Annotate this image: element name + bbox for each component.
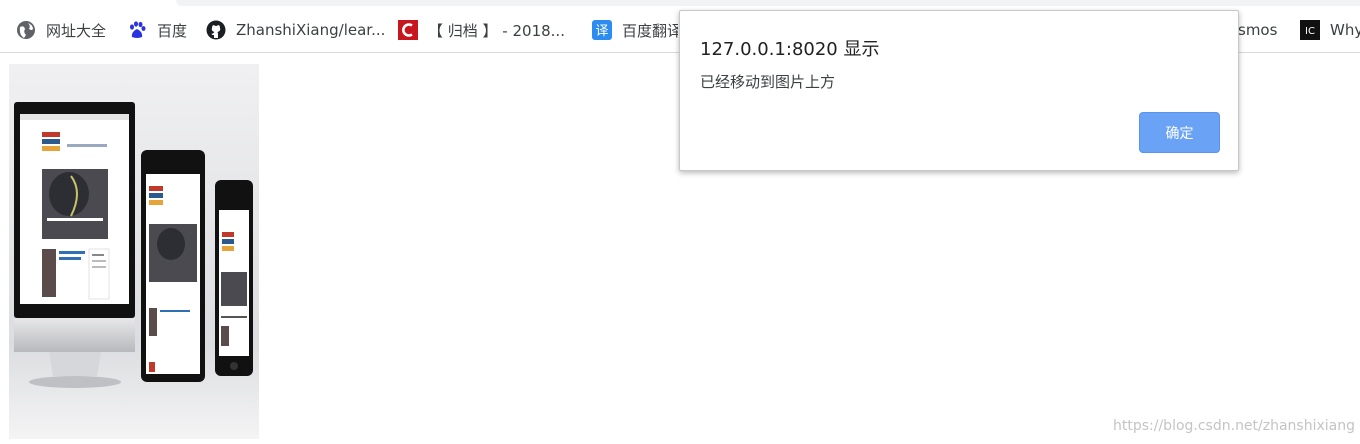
ok-button[interactable]: 确定	[1139, 112, 1220, 153]
devices-illustration	[9, 64, 259, 439]
globe-icon	[16, 20, 36, 40]
bookmark-label: 网址大全	[46, 21, 107, 40]
github-icon	[206, 20, 226, 40]
bookmark-baidu[interactable]: 百度	[127, 17, 187, 43]
watermark: https://blog.csdn.net/zhanshixiang	[1113, 418, 1355, 434]
bookmark-github[interactable]: ZhanshiXiang/lear...	[206, 17, 385, 43]
bookmark-label: smos	[1238, 21, 1278, 39]
tab-strip-edge	[176, 0, 1360, 6]
bookmark-label: Why	[1330, 21, 1360, 39]
alert-dialog: 127.0.0.1:8020 显示 已经移动到图片上方 确定	[679, 10, 1239, 171]
bookmark-smos[interactable]: smos	[1238, 17, 1277, 43]
bookmark-wangzhi[interactable]: 网址大全	[16, 17, 106, 43]
bookmark-why[interactable]: IC Why	[1300, 17, 1360, 43]
bookmark-label: ZhanshiXiang/lear...	[236, 21, 386, 39]
alert-message: 已经移动到图片上方	[700, 73, 836, 91]
svg-text:译: 译	[595, 24, 608, 39]
svg-text:IC: IC	[1305, 26, 1315, 37]
csdn-icon	[398, 20, 418, 40]
translate-icon: 译	[592, 20, 612, 40]
alert-title: 127.0.0.1:8020 显示	[700, 39, 880, 60]
bookmark-label: 【 归档 】 - 2018...	[428, 21, 565, 40]
bookmark-csdn-archive[interactable]: 【 归档 】 - 2018...	[398, 17, 565, 43]
baidu-paw-icon	[127, 20, 147, 40]
bookmark-label: 百度	[157, 21, 188, 40]
bookmark-label: 百度翻译	[622, 21, 678, 40]
responsive-devices-image[interactable]	[9, 64, 259, 439]
bookmark-fanyi[interactable]: 译 百度翻译	[592, 17, 678, 43]
why-icon: IC	[1300, 20, 1320, 40]
